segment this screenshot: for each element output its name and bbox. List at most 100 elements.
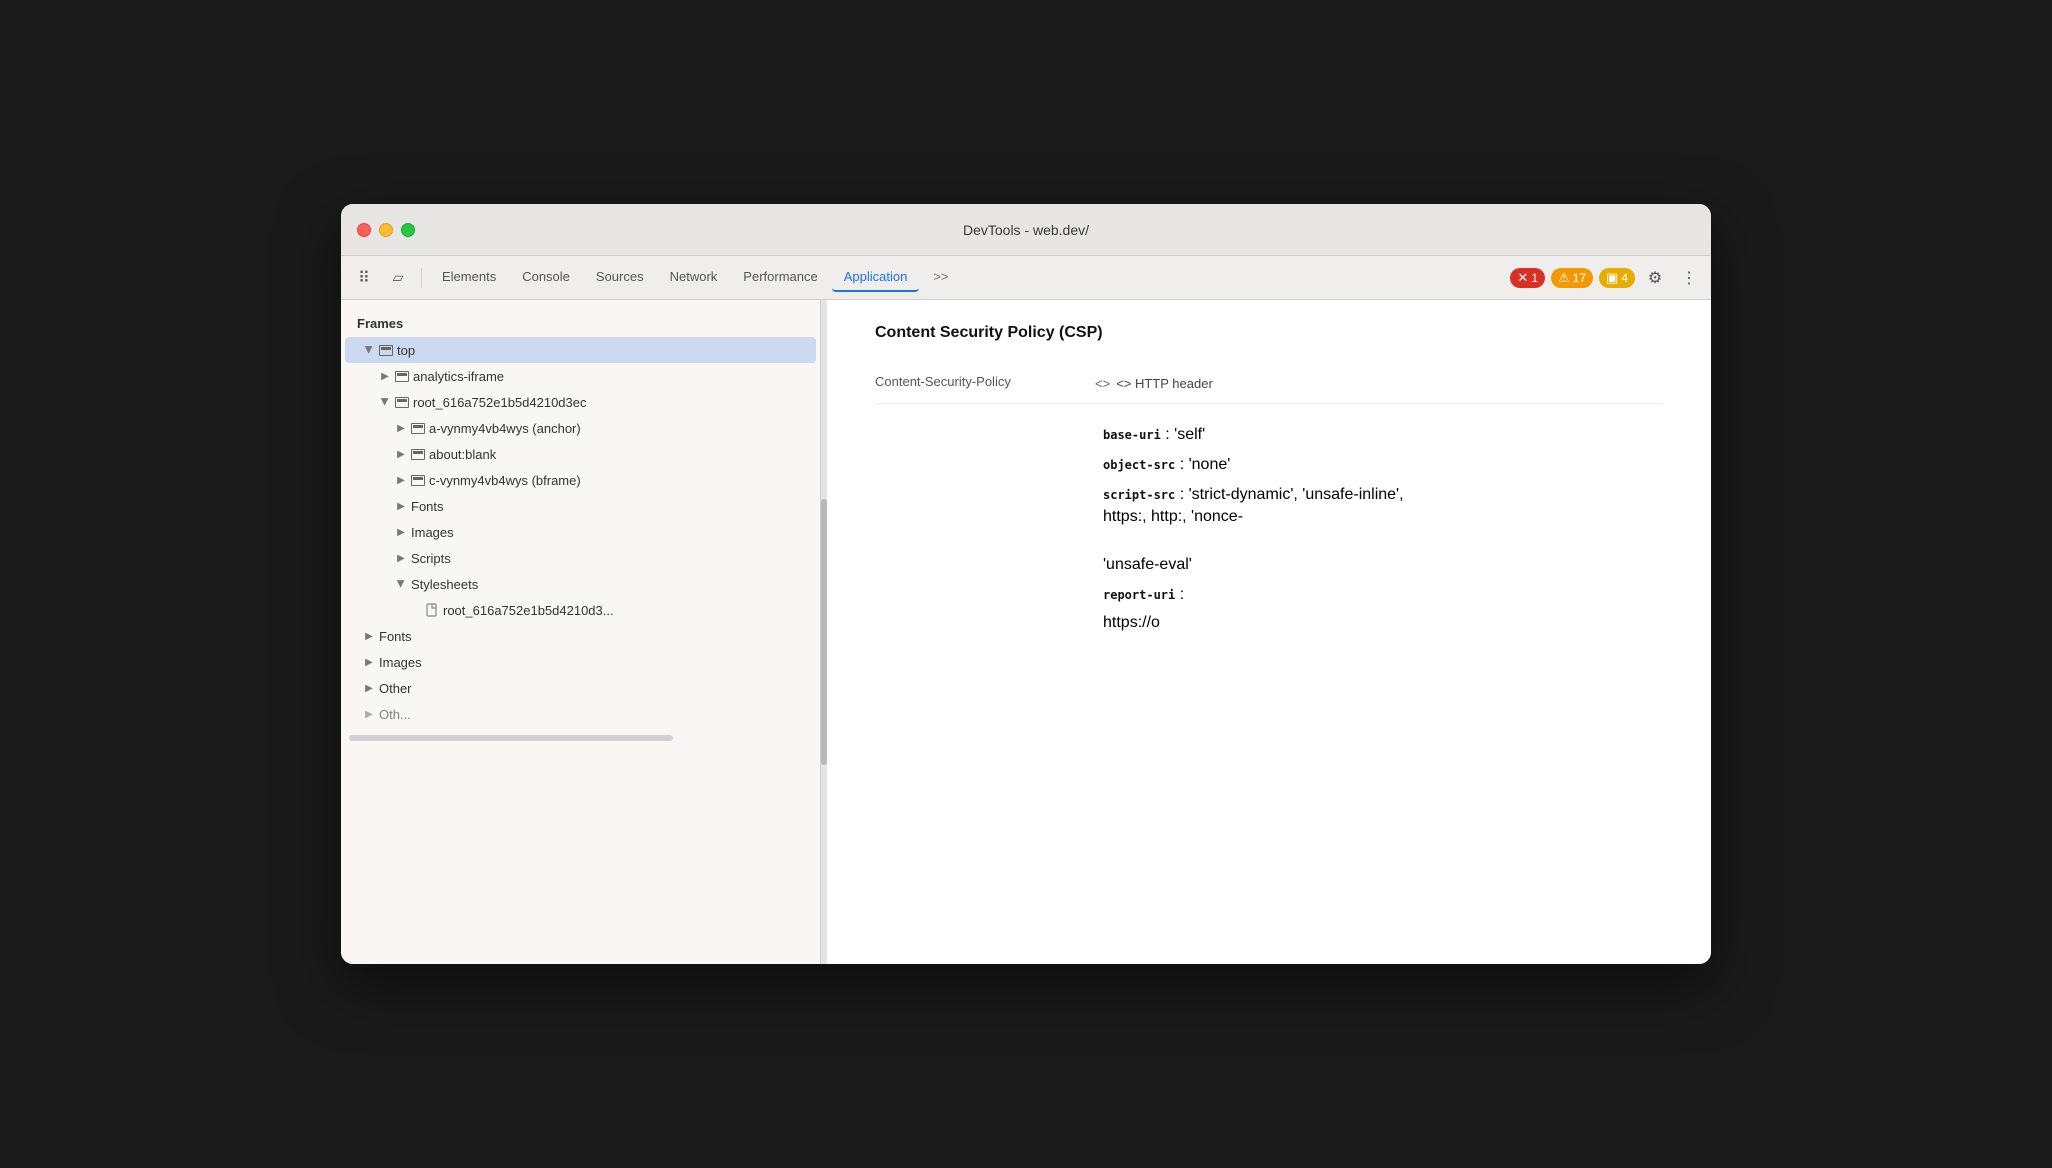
tree-label: about:blank: [429, 447, 496, 462]
tree-label: analytics-iframe: [413, 369, 504, 384]
toolbar-right: ✕ 1 ⚠ 17 ▣ 4 ⚙ ⋮: [1510, 264, 1703, 292]
toolbar-tabs: Elements Console Sources Network Perform…: [430, 263, 1506, 292]
sidebar-item-stylesheets-inner[interactable]: ▶ Stylesheets: [345, 571, 816, 597]
tree-label: Images: [379, 655, 422, 670]
tab-network[interactable]: Network: [658, 263, 730, 292]
tab-performance[interactable]: Performance: [731, 263, 829, 292]
tree-label: root_616a752e1b5d4210d3...: [443, 603, 614, 618]
csp-script-src-content: : 'strict-dynamic', 'unsafe-inline',: [1180, 486, 1404, 503]
gear-icon: ⚙: [1648, 268, 1662, 288]
tree-label: Fonts: [379, 629, 412, 644]
csp-object-src-row: object-src : 'none': [875, 450, 1663, 480]
folder-icon: [379, 345, 393, 356]
csp-script-src-value: script-src : 'strict-dynamic', 'unsafe-i…: [1103, 486, 1404, 526]
more-options-button[interactable]: ⋮: [1675, 264, 1703, 292]
arrow-icon: ▶: [393, 498, 409, 514]
csp-base-uri-row: base-uri : 'self': [875, 420, 1663, 450]
device-toggle-button[interactable]: ▱: [383, 263, 413, 293]
csp-policy-row: Content-Security-Policy <> <> HTTP heade…: [875, 366, 1663, 404]
tab-console[interactable]: Console: [510, 263, 582, 292]
tab-elements[interactable]: Elements: [430, 263, 508, 292]
csp-script-src-continuation: https:, http:, 'nonce-: [1103, 508, 1404, 526]
sidebar-item-other2-outer[interactable]: ▶ Oth...: [345, 701, 816, 727]
csp-report-uri-url-value: https://o: [1103, 614, 1160, 632]
maximize-button[interactable]: [401, 223, 415, 237]
device-icon: ▱: [393, 269, 404, 286]
csp-report-uri-url-row: https://o: [875, 610, 1663, 636]
csp-title: Content Security Policy (CSP): [875, 324, 1663, 342]
more-icon: ⋮: [1681, 268, 1697, 288]
selector-icon-button[interactable]: ⠿: [349, 263, 379, 293]
tree-label: a-vynmy4vb4wys (anchor): [429, 421, 581, 436]
sidebar-item-scripts-inner[interactable]: ▶ Scripts: [345, 545, 816, 571]
sidebar-scrollbar-thumb[interactable]: [821, 499, 827, 765]
sidebar: Frames ▶ top ▶ analytics-iframe ▶ root_6…: [341, 300, 821, 964]
arrow-icon: ▶: [377, 394, 393, 410]
sidebar-item-c-vynmy[interactable]: ▶ c-vynmy4vb4wys (bframe): [345, 467, 816, 493]
error-badge[interactable]: ✕ 1: [1510, 268, 1545, 288]
info-count: 4: [1621, 271, 1628, 285]
tree-label: Oth...: [379, 707, 411, 722]
sidebar-item-images-outer[interactable]: ▶ Images: [345, 649, 816, 675]
tree-label: Images: [411, 525, 454, 540]
tab-sources[interactable]: Sources: [584, 263, 656, 292]
folder-icon: [411, 449, 425, 460]
arrow-icon: ▶: [361, 680, 377, 696]
sidebar-item-other-outer[interactable]: ▶ Other: [345, 675, 816, 701]
tab-application[interactable]: Application: [832, 263, 920, 292]
error-icon: ✕: [1517, 270, 1528, 286]
sidebar-item-a-vynmy[interactable]: ▶ a-vynmy4vb4wys (anchor): [345, 415, 816, 441]
close-button[interactable]: [357, 223, 371, 237]
arrow-icon: ▶: [361, 628, 377, 644]
tree-label: c-vynmy4vb4wys (bframe): [429, 473, 581, 488]
arrow-icon: ▶: [361, 706, 377, 722]
csp-key: Content-Security-Policy: [875, 374, 1095, 389]
warning-count: 17: [1573, 271, 1586, 285]
folder-icon: [395, 397, 409, 408]
folder-icon: [395, 371, 409, 382]
info-icon: ▣: [1606, 270, 1618, 286]
sidebar-item-analytics-iframe[interactable]: ▶ analytics-iframe: [345, 363, 816, 389]
window-title: DevTools - web.dev/: [963, 222, 1089, 238]
csp-object-src-value: object-src : 'none': [1103, 456, 1230, 474]
frames-header: Frames: [341, 308, 820, 337]
arrow-icon: ▶: [393, 524, 409, 540]
arrow-icon: ▶: [393, 420, 409, 436]
tree-label: root_616a752e1b5d4210d3ec: [413, 395, 587, 410]
more-tabs-button[interactable]: >>: [921, 263, 960, 292]
csp-report-uri-colon: :: [1180, 586, 1184, 603]
sidebar-item-root-frame[interactable]: ▶ root_616a752e1b5d4210d3ec: [345, 389, 816, 415]
devtools-window: DevTools - web.dev/ ⠿ ▱ Elements Console…: [341, 204, 1711, 964]
error-count: 1: [1531, 271, 1538, 285]
tree-label: Fonts: [411, 499, 444, 514]
csp-base-uri-section: base-uri : 'self' object-src : 'none': [875, 404, 1663, 636]
csp-unsafe-eval-row: 'unsafe-eval': [875, 532, 1663, 580]
horizontal-scrollbar-area: [341, 735, 820, 755]
http-header-value: <> <> HTTP header: [1095, 374, 1663, 395]
sidebar-item-images-inner[interactable]: ▶ Images: [345, 519, 816, 545]
sidebar-item-fonts-outer[interactable]: ▶ Fonts: [345, 623, 816, 649]
arrow-icon: ▶: [393, 472, 409, 488]
sidebar-item-top[interactable]: ▶ top: [345, 337, 816, 363]
tree-label: top: [397, 343, 415, 358]
warning-badge[interactable]: ⚠ 17: [1551, 268, 1593, 288]
sidebar-item-fonts-inner[interactable]: ▶ Fonts: [345, 493, 816, 519]
csp-script-src-prop: script-src: [1103, 488, 1175, 502]
csp-script-src-urls: https:, http:, 'nonce-: [1103, 508, 1243, 525]
csp-report-uri-value: report-uri :: [1103, 586, 1184, 604]
csp-object-src-prop: object-src: [1103, 458, 1175, 472]
arrow-icon: ▶: [377, 368, 393, 384]
main-area: Frames ▶ top ▶ analytics-iframe ▶ root_6…: [341, 300, 1711, 964]
minimize-button[interactable]: [379, 223, 393, 237]
toolbar-separator-1: [421, 268, 422, 288]
arrow-icon: ▶: [361, 654, 377, 670]
info-badge[interactable]: ▣ 4: [1599, 268, 1635, 288]
content-panel: Content Security Policy (CSP) Content-Se…: [827, 300, 1711, 964]
settings-button[interactable]: ⚙: [1641, 264, 1669, 292]
sidebar-item-root-file[interactable]: root_616a752e1b5d4210d3...: [345, 597, 816, 623]
csp-unsafe-eval-value: 'unsafe-eval': [1103, 556, 1192, 574]
sidebar-scrollbar-track: [821, 300, 827, 964]
sidebar-item-about-blank[interactable]: ▶ about:blank: [345, 441, 816, 467]
horizontal-scrollbar-thumb[interactable]: [349, 735, 673, 741]
folder-icon: [411, 423, 425, 434]
